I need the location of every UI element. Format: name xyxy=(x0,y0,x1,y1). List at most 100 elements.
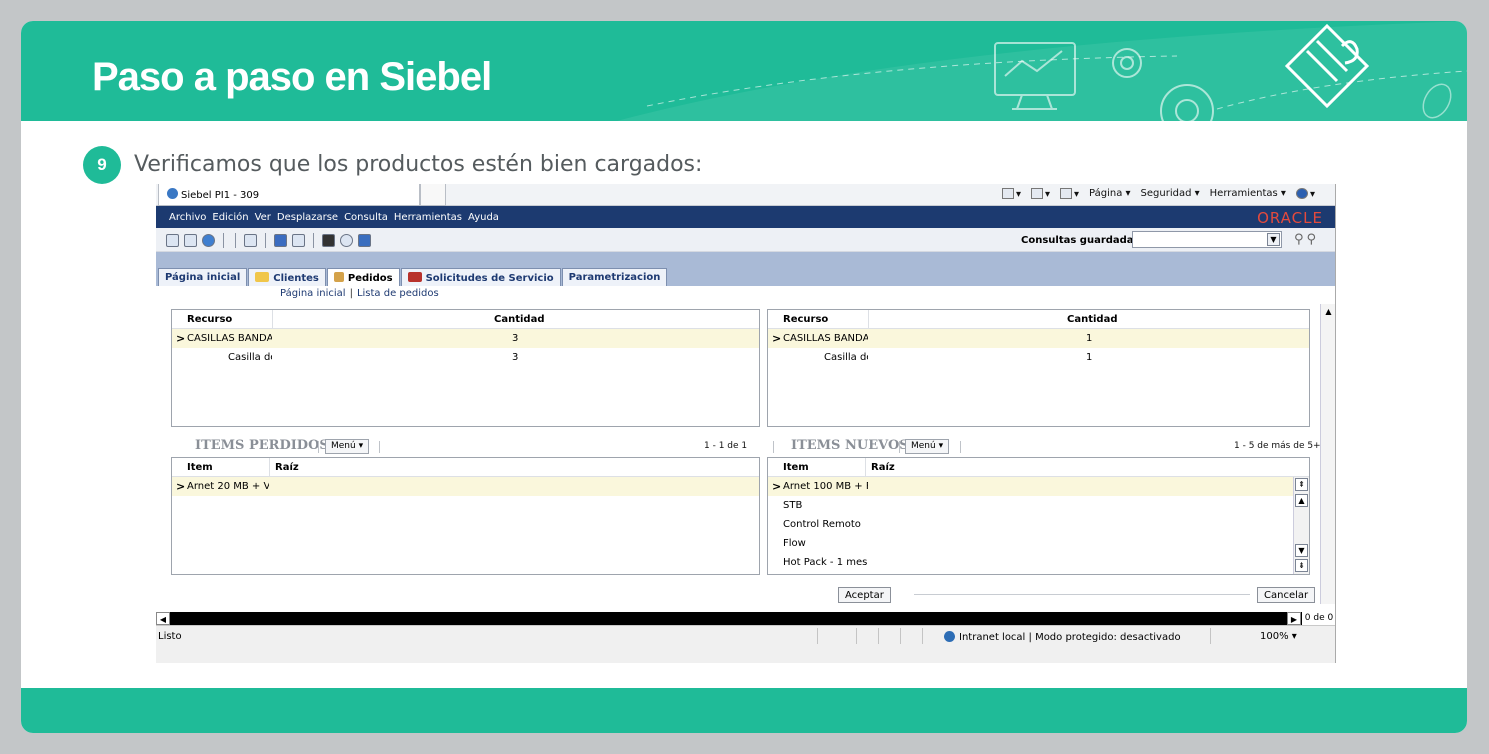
chevron-down-icon[interactable]: ▼ xyxy=(1267,233,1280,246)
page-title: Paso a paso en Siebel xyxy=(92,55,492,99)
resources-grid-left: Recurso Cantidad > CASILLAS BANDA AN 3 C… xyxy=(171,309,760,427)
query-search-icons[interactable]: ⚲⚲ xyxy=(1294,232,1319,247)
oracle-logo: ORACLE xyxy=(1257,209,1323,227)
browser-tab-bar: Siebel PI1 - 309 ▾ ▾ ▾ Página ▾ Segurida… xyxy=(156,184,1335,206)
grid-header: Recurso Cantidad xyxy=(768,310,1309,329)
toolbar-divider xyxy=(223,233,224,248)
scroll-up-icon[interactable]: ▲ xyxy=(1322,306,1335,319)
items-nuevos-title: ITEMS NUEVOS xyxy=(791,438,909,453)
tab-solicitudes[interactable]: Solicitudes de Servicio xyxy=(400,268,561,286)
items-perdidos-grid: Item Raíz > Arnet 20 MB + VOZ xyxy=(171,457,760,575)
screen-tabs-bar: Página inicial Clientes Pedidos Solicitu… xyxy=(156,252,1335,286)
browser-status-bar: Listo Intranet local | Modo protegido: d… xyxy=(156,625,1335,663)
globe-icon[interactable] xyxy=(202,234,215,247)
menu-desplazarse[interactable]: Desplazarse xyxy=(277,212,338,223)
table-row[interactable]: Flow xyxy=(768,534,1294,553)
breadcrumb-home-link[interactable]: Página inicial xyxy=(280,288,346,299)
cancel-button[interactable]: Cancelar xyxy=(1257,587,1316,603)
column-header-cantidad[interactable]: Cantidad xyxy=(1067,314,1117,325)
selected-row-arrow-icon: > xyxy=(772,480,782,493)
page-scrollbar[interactable]: ▲ xyxy=(1320,304,1335,604)
table-row[interactable]: > CASILLAS BANDA AN 3 xyxy=(172,329,759,348)
menu-archivo[interactable]: Archivo xyxy=(169,212,206,223)
home-icon xyxy=(1001,188,1014,199)
items-perdidos-pager: 1 - 1 de 1 xyxy=(704,441,748,451)
footer-bar xyxy=(21,688,1467,733)
table-row[interactable]: > Arnet 20 MB + VOZ xyxy=(172,477,759,496)
toolbar-divider xyxy=(313,233,314,248)
new-record-icon[interactable] xyxy=(166,234,179,247)
siebel-screenshot: Siebel PI1 - 309 ▾ ▾ ▾ Página ▾ Segurida… xyxy=(156,184,1336,663)
scroll-top-icon[interactable]: ⇞ xyxy=(1295,478,1308,491)
query-icon[interactable] xyxy=(244,234,257,247)
header-banner: Paso a paso en Siebel xyxy=(21,21,1467,121)
security-command[interactable]: Seguridad ▾ xyxy=(1141,188,1200,200)
menu-ver[interactable]: Ver xyxy=(255,212,271,223)
scroll-bottom-icon[interactable]: ⇟ xyxy=(1295,559,1308,572)
feeds-command[interactable]: ▾ xyxy=(1030,188,1050,200)
tools-command[interactable]: Herramientas ▾ xyxy=(1210,188,1286,200)
table-row[interactable]: Casilla de 1 xyxy=(768,348,1309,367)
copy-record-icon[interactable] xyxy=(184,234,197,247)
breadcrumb-current-link[interactable]: Lista de pedidos xyxy=(357,288,439,299)
accept-button[interactable]: Aceptar xyxy=(838,587,891,603)
table-row[interactable]: STB xyxy=(768,496,1294,515)
column-header-item[interactable]: Item xyxy=(187,462,213,473)
saved-queries-select[interactable]: ▼ xyxy=(1132,231,1282,248)
table-row[interactable]: Casilla de 3 xyxy=(172,348,759,367)
tab-pagina-inicial[interactable]: Página inicial xyxy=(158,268,248,286)
horizontal-scrollbar[interactable]: ◀ ▶ 0 de 0 xyxy=(156,612,1335,625)
column-header-recurso[interactable]: Recurso xyxy=(783,314,828,325)
items-perdidos-menu-button[interactable]: Menú ▾ xyxy=(325,439,370,454)
printer-icon[interactable] xyxy=(322,234,335,247)
items-nuevos-menu-button[interactable]: Menú ▾ xyxy=(905,439,950,454)
column-header-recurso[interactable]: Recurso xyxy=(187,314,232,325)
step-instruction: Verificamos que los productos estén bien… xyxy=(134,152,703,177)
print-icon xyxy=(1060,188,1072,199)
items-nuevos-grid: Item Raíz > Arnet 100 MB + Flow STB Cont… xyxy=(767,457,1310,575)
home-command[interactable]: ▾ xyxy=(1001,188,1021,200)
tab-parametrizacion[interactable]: Parametrizacion xyxy=(561,268,668,286)
chart-icon[interactable] xyxy=(358,234,371,247)
menu-edicion[interactable]: Edición xyxy=(212,212,248,223)
scroll-down-icon[interactable]: ▼ xyxy=(1295,544,1308,557)
resources-grid-right: Recurso Cantidad > CASILLAS BANDA AN 1 C… xyxy=(767,309,1310,427)
column-header-cantidad[interactable]: Cantidad xyxy=(494,314,544,325)
scroll-right-icon[interactable]: ▶ xyxy=(1287,612,1301,625)
notes-icon[interactable] xyxy=(292,234,305,247)
saved-queries-label: Consultas guardadas: xyxy=(1021,235,1144,246)
table-row[interactable]: > Arnet 100 MB + Flow xyxy=(768,477,1294,496)
help-book-icon[interactable] xyxy=(274,234,287,247)
scroll-up-icon[interactable]: ▲ xyxy=(1295,494,1308,507)
grid-header: Recurso Cantidad xyxy=(172,310,759,329)
help-command[interactable]: ▾ xyxy=(1295,188,1315,200)
column-header-item[interactable]: Item xyxy=(783,462,809,473)
grid-header: Item Raíz xyxy=(172,458,759,477)
ie-icon xyxy=(167,188,178,199)
scroll-left-icon[interactable]: ◀ xyxy=(156,612,170,625)
order-icon xyxy=(333,272,344,282)
clock-icon[interactable] xyxy=(340,234,353,247)
column-header-raiz[interactable]: Raíz xyxy=(871,462,895,473)
grid-scrollbar[interactable]: ⇞ ▲ ▼ ⇟ xyxy=(1293,477,1309,574)
zoom-level[interactable]: 100% ▾ xyxy=(1260,631,1297,642)
column-header-raiz[interactable]: Raíz xyxy=(275,462,299,473)
print-command[interactable]: ▾ xyxy=(1060,188,1079,200)
items-perdidos-title: ITEMS PERDIDOS xyxy=(195,438,329,453)
table-row[interactable]: > CASILLAS BANDA AN 1 xyxy=(768,329,1309,348)
table-row[interactable]: Control Remoto xyxy=(768,515,1294,534)
selected-row-arrow-icon: > xyxy=(176,332,186,345)
tab-clientes[interactable]: Clientes xyxy=(248,268,326,286)
menu-herramientas[interactable]: Herramientas xyxy=(394,212,462,223)
menu-consulta[interactable]: Consulta xyxy=(344,212,388,223)
app-menu-bar: Archivo Edición Ver Desplazarse Consulta… xyxy=(156,206,1335,228)
browser-command-bar: ▾ ▾ ▾ Página ▾ Seguridad ▾ Herramientas … xyxy=(1001,188,1315,200)
browser-tab[interactable]: Siebel PI1 - 309 xyxy=(158,184,420,206)
security-zone: Intranet local | Modo protegido: desacti… xyxy=(944,631,1181,643)
tab-pedidos[interactable]: Pedidos xyxy=(326,268,400,286)
table-row[interactable]: Hot Pack - 1 mes S/C xyxy=(768,553,1294,572)
items-nuevos-pager: 1 - 5 de más de 5+ xyxy=(1234,441,1321,451)
menu-ayuda[interactable]: Ayuda xyxy=(468,212,499,223)
page-command[interactable]: Página ▾ xyxy=(1089,188,1131,200)
new-tab-button[interactable] xyxy=(420,184,446,206)
